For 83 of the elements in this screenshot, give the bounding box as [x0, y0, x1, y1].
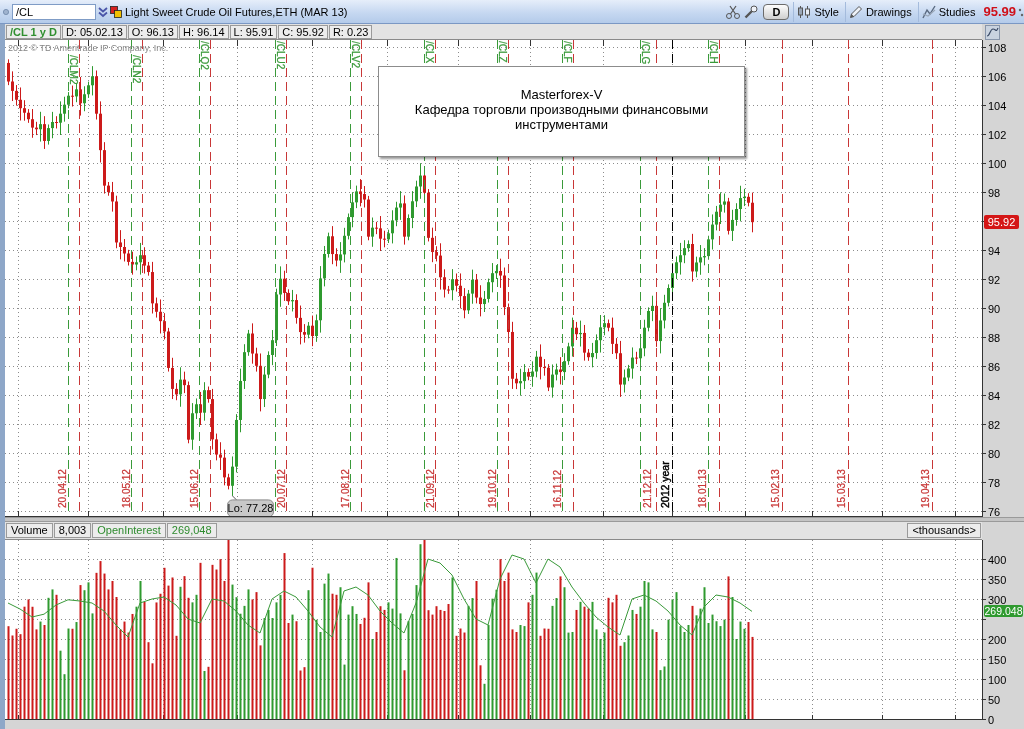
curve-icon — [921, 4, 936, 19]
study-value: 269,048 — [166, 523, 217, 538]
price-axis-label: 106 — [988, 70, 1007, 83]
price-axis-label: 104 — [988, 99, 1007, 112]
volume-axis-label: 0 — [988, 713, 995, 726]
volume-axis-label: 300 — [988, 593, 1007, 606]
study-name: OpenInterest — [92, 523, 166, 538]
date-label: 20.04.12 — [57, 469, 68, 508]
quote-field: O: 96.13 — [127, 24, 178, 39]
date-label: 18.01.13 — [697, 469, 708, 508]
price-axis-label: 94 — [988, 244, 1001, 257]
volume-axis-label: 400 — [988, 553, 1007, 566]
date-label: 21.12.12 — [642, 469, 653, 508]
volume-axis-label: 100 — [988, 673, 1007, 686]
instrument-title: Light Sweet Crude Oil Futures,ETH (MAR 13) — [125, 5, 348, 18]
last-price: 95.99 — [983, 4, 1016, 19]
contract-label: /CLV2 — [349, 41, 361, 69]
price-axis-label: 78 — [988, 476, 1001, 489]
volume-axis-label: 50 — [988, 693, 1001, 706]
study-name: Volume — [6, 523, 53, 538]
scissors-icon[interactable] — [725, 3, 742, 20]
squares-icon[interactable] — [110, 5, 122, 18]
note-text: Кафедра торговли производными финансовыми инструментами — [413, 102, 710, 132]
price-axis-label: 100 — [988, 157, 1007, 170]
date-label: 15.03.13 — [836, 469, 847, 508]
period-button[interactable]: D — [763, 3, 790, 20]
quote-field: H: 96.14 — [178, 24, 229, 39]
contract-label: /CLU2 — [274, 41, 286, 70]
contract-label: /CLX — [423, 41, 435, 64]
quote-field: L: 95.91 — [229, 24, 278, 39]
low-price-label: Lo: 77.28 — [227, 499, 274, 517]
year-label: 2012 year — [659, 461, 671, 508]
contract-label: /CLN2 — [130, 55, 142, 84]
dropdown-arrow-icon[interactable] — [98, 5, 108, 18]
price-axis-label: 80 — [988, 447, 1001, 460]
style-button[interactable]: Style — [793, 1, 843, 22]
contract-label: /CLG — [639, 41, 651, 65]
note-title: Masterforex-V — [519, 87, 604, 102]
date-label: 20.07.12 — [275, 469, 287, 508]
price-axis-label: 76 — [988, 505, 1001, 517]
contract-label: /CLQ2 — [198, 41, 210, 70]
price-axis-label: 102 — [988, 128, 1007, 141]
price-axis-label: 88 — [988, 331, 1001, 344]
units-label: <thousands> — [907, 523, 981, 538]
date-label: 21.09.12 — [424, 469, 436, 508]
price-axis-label: 86 — [988, 360, 1001, 373]
copyright-text: 2012 © TD Ameritrade IP Company, Inc. — [8, 43, 169, 53]
date-label: 16.11.12 — [551, 469, 563, 508]
date-label: 19.10.12 — [486, 469, 498, 508]
chart-style-icon[interactable] — [985, 24, 1000, 40]
volume-axis-label: 200 — [988, 633, 1007, 646]
pencil-icon — [848, 4, 863, 19]
circle-icon — [3, 8, 9, 15]
leader-line — [232, 495, 237, 501]
quote-field: R: 0.23 — [328, 24, 373, 39]
study-value: 8,003 — [53, 523, 92, 538]
volume-axis-label: 350 — [988, 573, 1007, 586]
date-label: 17.08.12 — [339, 469, 351, 508]
last-price-badge: 95.92 — [984, 215, 1019, 229]
chart-symbol-label: /CL 1 y D — [6, 24, 61, 39]
magnifier-icon[interactable] — [743, 3, 760, 20]
price-axis-label: 98 — [988, 186, 1001, 199]
contract-label: /CLM2 — [67, 55, 79, 85]
date-label: 15.02.13 — [770, 469, 781, 508]
contract-label: /CLF — [561, 41, 573, 63]
volume-axis-label: 150 — [988, 653, 1007, 666]
price-axis-label: 82 — [988, 418, 1001, 431]
open-interest-badge: 269.048 — [984, 605, 1023, 617]
date-label: 15.06.12 — [188, 469, 200, 508]
symbol-field[interactable]: /CL — [12, 3, 96, 20]
price-axis-label: 90 — [988, 302, 1001, 315]
price-axis-label: 92 — [988, 273, 1001, 286]
date-label: 19.04.13 — [920, 469, 931, 508]
candles-icon — [797, 4, 812, 19]
date-label: 18.05.12 — [120, 469, 132, 508]
drawings-button[interactable]: Drawings — [844, 1, 916, 22]
quote-field: D: 05.02.13 — [61, 24, 127, 39]
contract-label: /CLZ — [496, 41, 508, 63]
contract-label: /CLH — [707, 41, 719, 64]
studies-button[interactable]: Studies — [917, 1, 980, 22]
quote-field: C: 95.92 — [278, 24, 328, 39]
price-axis-label: 108 — [988, 41, 1007, 54]
price-axis-label: 84 — [988, 389, 1001, 402]
